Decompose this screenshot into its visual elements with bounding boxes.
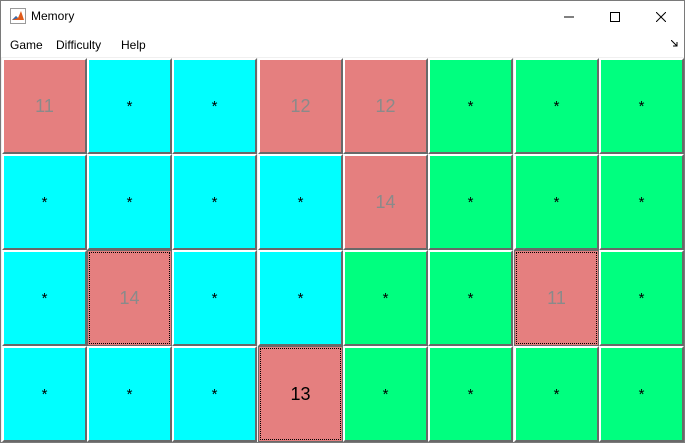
card-r3-c3[interactable]: * [172,250,257,346]
menu-help[interactable]: Help [121,38,146,52]
card-r4-c6[interactable]: * [428,346,513,442]
card-r2-c7[interactable]: * [514,154,599,250]
card-r1-c6[interactable]: * [428,58,513,154]
dock-arrow-icon[interactable] [671,40,678,47]
title-bar[interactable]: Memory [1,1,684,32]
card-r1-c8[interactable]: * [599,58,684,154]
card-r4-c7[interactable]: * [514,346,599,442]
card-r2-c6[interactable]: * [428,154,513,250]
card-r3-c6[interactable]: * [428,250,513,346]
close-button[interactable] [638,1,684,32]
card-r1-c4[interactable]: 12 [258,58,343,154]
matlab-figure-icon [10,8,26,24]
minimize-icon [564,16,574,17]
card-r3-c8[interactable]: * [599,250,684,346]
card-r4-c2[interactable]: * [87,346,172,442]
card-r2-c4[interactable]: * [258,154,343,250]
card-r4-c8[interactable]: * [599,346,684,442]
card-r3-c1[interactable]: * [2,250,87,346]
card-r1-c1[interactable]: 11 [2,58,87,154]
card-r3-c2[interactable]: 14 [87,250,172,346]
card-r3-c5[interactable]: * [343,250,428,346]
card-r1-c2[interactable]: * [87,58,172,154]
card-r4-c1[interactable]: * [2,346,87,442]
memory-window: Memory Game Difficulty Help 11 * * 12 12 * * * *… [0,0,685,443]
card-r2-c8[interactable]: * [599,154,684,250]
card-r1-c3[interactable]: * [172,58,257,154]
card-r2-c3[interactable]: * [172,154,257,250]
window-title: Memory [31,9,75,23]
card-grid: 11 * * 12 12 * * * * * * * 14 * * * * 14 * * * * 11 * * * * 13 * * * * [1,57,684,442]
minimize-button[interactable] [546,1,592,32]
maximize-icon [610,11,620,22]
card-r3-c4[interactable]: * [258,250,343,346]
menu-bar: Game Difficulty Help [1,32,684,57]
card-r3-c7[interactable]: 11 [514,250,599,346]
card-r2-c2[interactable]: * [87,154,172,250]
card-r2-c5[interactable]: 14 [343,154,428,250]
card-r4-c4[interactable]: 13 [258,346,343,442]
menu-game[interactable]: Game [10,38,43,52]
menu-difficulty[interactable]: Difficulty [56,38,101,52]
card-r2-c1[interactable]: * [2,154,87,250]
card-r1-c7[interactable]: * [514,58,599,154]
close-icon [656,11,666,22]
card-r4-c5[interactable]: * [343,346,428,442]
card-r4-c3[interactable]: * [172,346,257,442]
card-r1-c5[interactable]: 12 [343,58,428,154]
maximize-button[interactable] [592,1,638,32]
